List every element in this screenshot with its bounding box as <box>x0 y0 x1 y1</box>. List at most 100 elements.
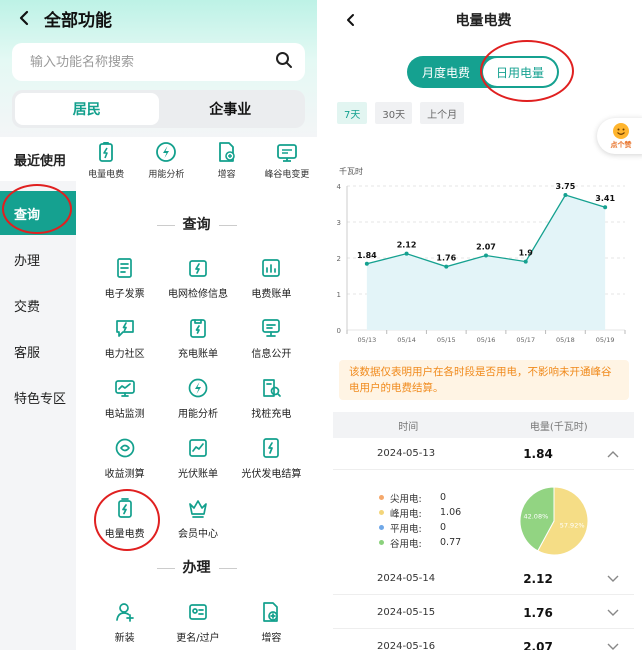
back-arrow-icon[interactable] <box>10 4 38 32</box>
back-arrow-icon[interactable] <box>339 8 363 32</box>
sidebar-item-service[interactable]: 客服 <box>0 329 76 373</box>
function-item[interactable]: 光伏账单 <box>161 433 234 493</box>
recent-item-energy-analysis[interactable]: 用能分析 <box>136 137 196 193</box>
document-plus-icon <box>216 141 238 163</box>
divider <box>156 224 175 226</box>
function-item-label: 电费账单 <box>251 289 292 300</box>
function-item-label: 光伏账单 <box>177 469 218 480</box>
x-tick-label: 05/16 <box>477 336 496 344</box>
recent-item-capacity-increase[interactable]: 增容 <box>197 137 257 193</box>
solar-settle-icon <box>260 437 282 459</box>
function-item[interactable]: 电力社区 <box>88 313 161 373</box>
legend-item: 尖用电: 0 <box>379 490 461 505</box>
bolt-circle-icon <box>187 377 209 399</box>
search-bar[interactable] <box>12 43 305 81</box>
legend-value: 0.77 <box>440 537 462 548</box>
legend-item: 峰用电: 1.06 <box>379 505 461 520</box>
function-item[interactable]: 用能分析 <box>161 373 234 433</box>
function-item[interactable]: 电费账单 <box>235 253 308 313</box>
function-item-label: 信息公开 <box>251 349 292 360</box>
search-icon[interactable] <box>275 51 293 73</box>
table-row[interactable]: 2024-05-16 2.07 <box>333 631 634 650</box>
legend-dot <box>379 495 384 500</box>
row-date: 2024-05-13 <box>377 448 436 459</box>
function-item-label: 电子发票 <box>104 289 145 300</box>
function-item[interactable]: 电站监测 <box>88 373 161 433</box>
function-item-label: 电力社区 <box>104 349 145 360</box>
data-point[interactable] <box>444 264 449 269</box>
data-point[interactable] <box>603 205 608 210</box>
row-value: 1.76 <box>523 605 553 620</box>
y-tick-label: 3 <box>337 219 341 227</box>
sidebar-item-special[interactable]: 特色专区 <box>0 375 76 419</box>
section-title-query: 查询 <box>76 214 317 234</box>
area-fill <box>366 195 606 330</box>
function-item[interactable]: 收益测算 <box>88 433 161 493</box>
x-tick-label: 05/18 <box>556 336 575 344</box>
range-7-days[interactable]: 7天 <box>337 102 368 124</box>
function-item[interactable]: 电量电费 <box>88 493 161 553</box>
function-item[interactable]: 会员中心 <box>161 493 234 553</box>
category-sidebar: 最近使用 查询 办理 交费 客服 特色专区 <box>0 137 76 650</box>
function-item[interactable]: 光伏发电结算 <box>235 433 308 493</box>
range-30-days[interactable]: 30天 <box>375 102 413 124</box>
find-charger-icon <box>260 377 282 399</box>
function-item[interactable]: 电子发票 <box>88 253 161 313</box>
data-point[interactable] <box>563 193 568 197</box>
data-point[interactable] <box>364 261 369 266</box>
function-item[interactable]: 更名/过户 <box>161 597 234 650</box>
function-item[interactable]: 找桩充电 <box>235 373 308 433</box>
function-item[interactable]: 电网检修信息 <box>161 253 234 313</box>
function-body: 最近使用 查询 办理 交费 客服 特色专区 电量电费 用能分析 增容 峰谷电变更… <box>0 137 317 650</box>
segment-resident[interactable]: 居民 <box>15 93 159 125</box>
function-item-label: 收益测算 <box>104 469 145 480</box>
legend-item: 平用电: 0 <box>379 520 461 535</box>
divider <box>218 567 237 569</box>
like-badge[interactable]: 点个赞 <box>597 118 642 154</box>
chart-series: 1.84 2.12 1.76 2.07 1.9 3.75 3.41 <box>357 182 615 330</box>
sidebar-item-payment[interactable]: 交费 <box>0 283 76 327</box>
data-point[interactable] <box>404 251 409 256</box>
recent-item-peak-valley-change[interactable]: 峰谷电变更 <box>257 137 317 193</box>
function-item-label: 电站监测 <box>104 409 145 420</box>
daily-usage-chart: 千瓦时 0 1 2 3 4 1.84 2.12 1.76 2.07 1.9 3.75 3.41 05… <box>337 166 626 344</box>
chevron-down-icon[interactable] <box>603 643 623 650</box>
table-row[interactable]: 2024-05-15 1.76 <box>333 597 634 629</box>
recent-item-electricity-fee[interactable]: 电量电费 <box>76 137 136 193</box>
legend-dot <box>379 540 384 545</box>
tab-daily-usage[interactable]: 日用电量 <box>483 58 557 86</box>
info-board-icon <box>260 317 282 339</box>
legend-item: 谷用电: 0.77 <box>379 535 461 550</box>
data-point[interactable] <box>523 259 528 264</box>
y-tick-label: 1 <box>337 291 341 299</box>
data-label: 1.84 <box>357 251 377 260</box>
header: 电量电费 <box>325 0 642 40</box>
data-label: 2.07 <box>476 242 496 251</box>
sidebar-item-recent[interactable]: 最近使用 <box>0 137 76 181</box>
maintenance-icon <box>187 257 209 279</box>
segment-enterprise[interactable]: 企事业 <box>159 93 303 125</box>
data-label: 3.41 <box>595 194 615 203</box>
chevron-down-icon[interactable] <box>603 609 623 617</box>
function-item[interactable]: 信息公开 <box>235 313 308 373</box>
legend-dot <box>379 525 384 530</box>
x-tick-label: 05/13 <box>357 336 376 344</box>
document-plus-icon <box>260 601 282 623</box>
table-row[interactable]: 2024-05-13 1.84 <box>333 438 634 470</box>
sidebar-item-handle[interactable]: 办理 <box>0 237 76 281</box>
column-header-time: 时间 <box>398 421 419 433</box>
row-value: 2.12 <box>523 571 553 586</box>
function-item[interactable]: 充电账单 <box>161 313 234 373</box>
sidebar-item-query[interactable]: 查询 <box>0 191 76 235</box>
breakdown-legend: 尖用电: 0 峰用电: 1.06 平用电: 0 谷用电: 0.77 <box>379 490 461 550</box>
data-point[interactable] <box>484 253 488 258</box>
range-last-month[interactable]: 上个月 <box>420 102 465 124</box>
chevron-down-icon[interactable] <box>603 575 623 583</box>
function-item[interactable]: 增容 <box>235 597 308 650</box>
bar-chart-icon <box>260 257 282 279</box>
tab-monthly-fee[interactable]: 月度电费 <box>409 58 483 86</box>
table-row[interactable]: 2024-05-14 2.12 <box>333 563 634 595</box>
chevron-up-icon[interactable] <box>603 450 623 458</box>
search-input[interactable] <box>30 54 275 70</box>
function-item[interactable]: 新装 <box>88 597 161 650</box>
